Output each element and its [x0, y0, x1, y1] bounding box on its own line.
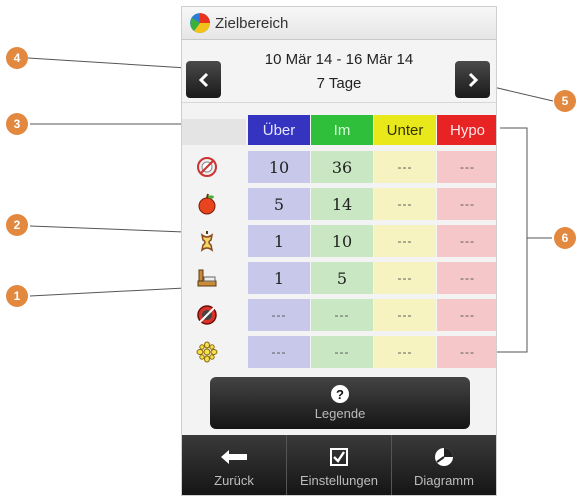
no-marker-icon — [196, 304, 218, 326]
table-cell: 5 — [248, 188, 310, 220]
table-cell: --- — [374, 336, 436, 368]
before-meal-icon — [196, 193, 218, 215]
table-cell: --- — [374, 151, 436, 183]
back-label: Zurück — [214, 472, 254, 488]
table-cell: --- — [374, 188, 436, 220]
settings-button[interactable]: Einstellungen — [287, 435, 392, 495]
chart-button[interactable]: Diagramm — [392, 435, 496, 495]
checkbox-icon — [330, 447, 348, 466]
arrow-left-icon — [221, 449, 247, 464]
table-cell: 1 — [248, 262, 310, 294]
fasting-icon — [196, 156, 218, 178]
title-bar: Zielbereich — [182, 7, 496, 40]
table-cell: --- — [248, 299, 310, 331]
pie-chart-icon — [435, 447, 453, 466]
help-icon: ? — [331, 385, 349, 403]
table-cell: --- — [374, 299, 436, 331]
table-cell: --- — [437, 225, 496, 257]
callout-6: 6 — [554, 227, 576, 249]
legend-button[interactable]: ? Legende — [210, 377, 470, 429]
device-screen: Zielbereich 10 Mär 14 - 16 Mär 14 7 Tage… — [181, 6, 497, 496]
next-period-button[interactable] — [455, 61, 490, 98]
table-cell: --- — [248, 336, 310, 368]
table-cell: 36 — [311, 151, 373, 183]
table-cell: 10 — [311, 225, 373, 257]
period-length: 7 Tage — [316, 75, 362, 92]
table-cell: --- — [311, 299, 373, 331]
bottom-toolbar: Zurück Einstellungen Diagramm — [182, 435, 496, 495]
callout-1: 1 — [6, 285, 28, 307]
callout-5: 5 — [554, 90, 576, 112]
table-cell: 10 — [248, 151, 310, 183]
date-navigation: 10 Mär 14 - 16 Mär 14 7 Tage — [182, 41, 496, 103]
legend-label: Legende — [314, 406, 366, 421]
header-above: Über — [248, 115, 310, 145]
table-cell: 14 — [311, 188, 373, 220]
header-blank — [182, 119, 246, 145]
callout-4: 4 — [6, 47, 28, 69]
other-icon — [196, 341, 218, 363]
date-range: 10 Mär 14 - 16 Mär 14 — [264, 51, 414, 68]
chevron-right-icon — [468, 72, 478, 87]
header-hypo: Hypo — [437, 115, 496, 145]
header-in-range: Im — [311, 115, 373, 145]
bedtime-icon — [196, 267, 218, 289]
table-cell: --- — [437, 262, 496, 294]
after-meal-icon — [196, 230, 218, 252]
table-cell: --- — [437, 188, 496, 220]
table-cell: --- — [374, 262, 436, 294]
table-cell: 5 — [311, 262, 373, 294]
table-cell: --- — [437, 336, 496, 368]
table-cell: --- — [437, 299, 496, 331]
settings-label: Einstellungen — [299, 472, 379, 488]
callout-3: 3 — [6, 113, 28, 135]
header-below: Unter — [374, 115, 436, 145]
page-title: Zielbereich — [215, 14, 289, 32]
table-cell: 1 — [248, 225, 310, 257]
app-logo-icon — [190, 13, 210, 33]
table-cell: --- — [437, 151, 496, 183]
callout-2: 2 — [6, 214, 28, 236]
table-cell: --- — [311, 336, 373, 368]
chart-label: Diagramm — [414, 472, 474, 488]
table-cell: --- — [374, 225, 436, 257]
back-button[interactable]: Zurück — [182, 435, 287, 495]
